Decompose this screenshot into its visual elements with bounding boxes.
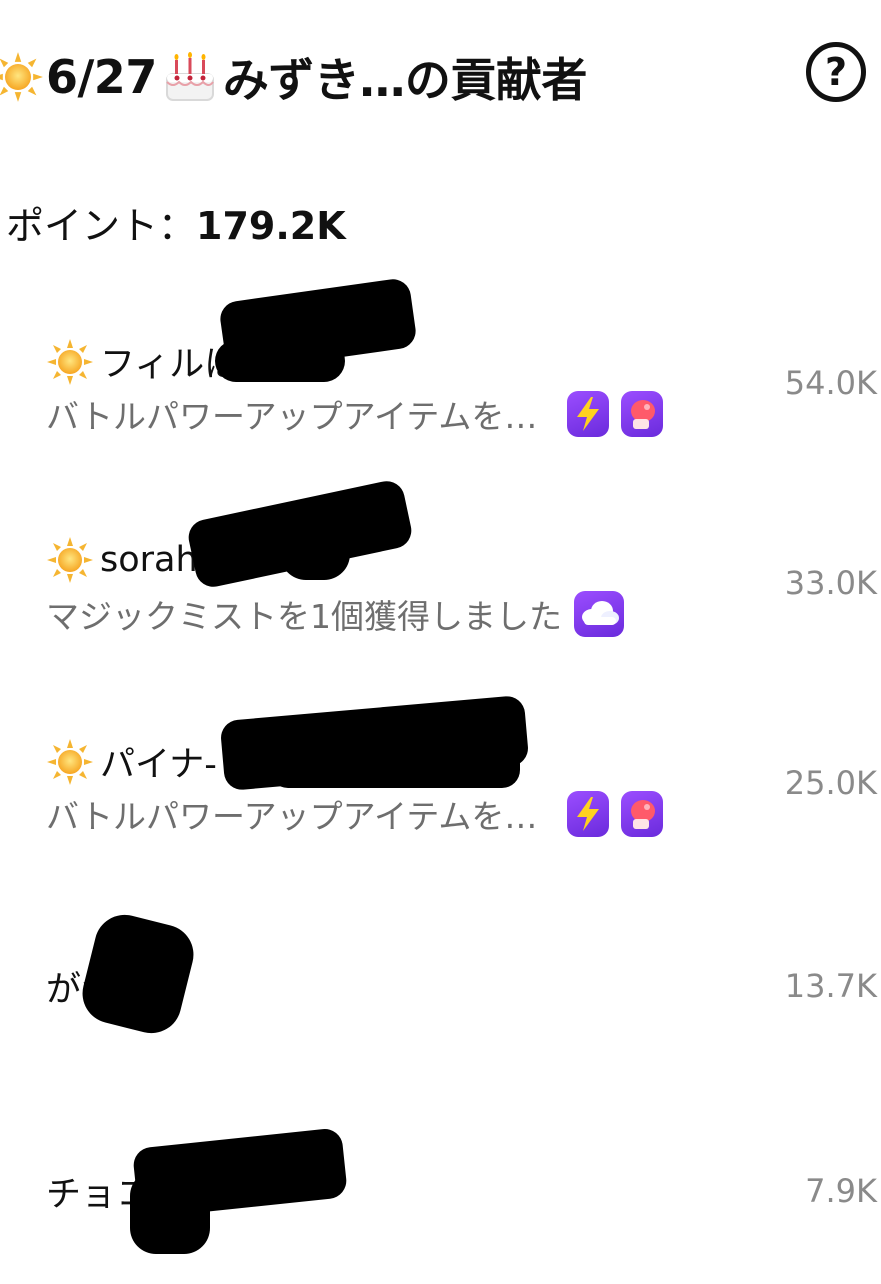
title-date: 6/27: [46, 50, 157, 104]
lightning-gift-icon: [567, 391, 610, 437]
redaction-mark: [130, 1170, 210, 1254]
contributor-row[interactable]: チョコ 7.9K: [0, 1127, 881, 1254]
contributor-name: フィルは: [46, 336, 239, 387]
contributor-score: 54.0K: [784, 364, 877, 402]
birthday-cake-icon: [165, 52, 214, 101]
contributor-score: 33.0K: [784, 564, 877, 602]
contributor-score: 7.9K: [805, 1172, 877, 1210]
lightning-gift-icon: [567, 791, 610, 837]
header: 6/27 みずき…の貢献者 ?: [0, 38, 881, 118]
contributor-row[interactable]: sorahana マジックミストを1個獲得しました 33.0K: [0, 477, 881, 650]
redaction-mark: [215, 340, 345, 382]
contributor-row[interactable]: パイナ- バトルパワーアップアイテムを… 25.0K: [0, 694, 881, 850]
page-title: 6/27 みずき…の貢献者: [0, 44, 587, 110]
title-text: みずき…の貢献者: [222, 53, 588, 107]
sun-icon: [46, 536, 94, 584]
sun-icon: [46, 338, 94, 386]
question-circle-icon: ?: [824, 50, 848, 94]
contributor-row[interactable]: がつ 13.7K: [0, 908, 881, 1040]
contributor-score: 13.7K: [784, 967, 877, 1005]
help-button[interactable]: ?: [806, 42, 866, 102]
contributor-row[interactable]: フィルは バトルパワーアップアイテムを… 54.0K: [0, 276, 881, 450]
sun-icon: [0, 51, 44, 103]
boxing-glove-gift-icon: [621, 391, 664, 437]
contributor-score: 25.0K: [784, 764, 877, 802]
sun-icon: [46, 738, 94, 786]
contributor-activity: バトルパワーアップアイテムを…: [46, 390, 664, 438]
boxing-glove-gift-icon: [621, 791, 664, 837]
redaction-mark: [270, 746, 520, 788]
contributor-activity: マジックミストを1個獲得しました: [46, 590, 624, 638]
redaction-mark: [280, 520, 350, 580]
contributor-name: パイナ-: [46, 736, 217, 787]
points-label: ポイント：: [6, 204, 197, 248]
contributor-activity: バトルパワーアップアイテムを…: [46, 790, 664, 838]
total-points: ポイント：179.2K: [6, 195, 346, 250]
cloud-gift-icon: [574, 591, 624, 637]
points-value: 179.2K: [196, 204, 346, 248]
redaction-mark: [76, 908, 200, 1040]
